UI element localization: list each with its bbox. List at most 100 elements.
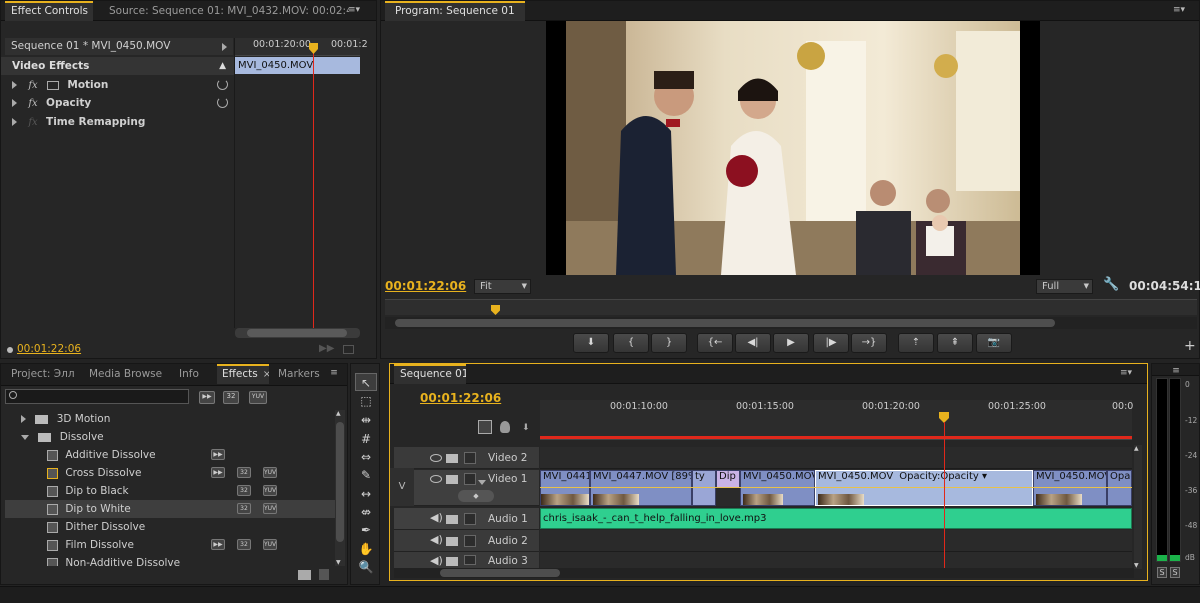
track-video-2[interactable]: Video 2 (394, 447, 539, 469)
scroll-up-icon[interactable]: ▲ (336, 410, 341, 417)
go-to-in-button[interactable]: {← (697, 333, 733, 353)
scroll-up-icon[interactable]: ▲ (1134, 445, 1139, 452)
track-video-1[interactable]: V Video 1 ◆ (390, 468, 539, 506)
effect-row-time-remapping[interactable]: fx Time Remapping (1, 113, 234, 131)
timeline-ruler[interactable]: 00:01:10:00 00:01:15:00 00:01:20:00 00:0… (540, 400, 1133, 440)
effect-film-dissolve[interactable]: Film Dissolve ▶▶ 32 YUV (5, 536, 335, 554)
expand-arrow-icon[interactable] (12, 81, 17, 89)
program-ruler[interactable] (385, 299, 1197, 315)
effect-dip-to-white[interactable]: Dip to White 32 YUV (5, 500, 335, 518)
panel-menu-icon[interactable]: ≡ (326, 368, 342, 379)
extract-button[interactable]: ⇞ (937, 333, 973, 353)
tab-info[interactable]: Info (173, 364, 213, 384)
zoom-select[interactable]: Fit ▼ (474, 279, 531, 294)
chevron-right-icon[interactable] (222, 43, 227, 51)
expand-arrow-icon[interactable] (12, 118, 17, 126)
play-button[interactable]: ▶ (773, 333, 809, 353)
expand-arrow-icon[interactable] (12, 99, 17, 107)
pen-tool-icon[interactable]: ✒ (355, 521, 377, 539)
effect-dip-to-black[interactable]: Dip to Black 32 YUV (5, 482, 335, 500)
step-back-button[interactable]: ◀| (735, 333, 771, 353)
effect-row-motion[interactable]: fx Motion (1, 76, 234, 94)
track-audio-2[interactable]: ◀) Audio 2 (394, 530, 539, 552)
linked-selection-icon[interactable] (500, 421, 510, 433)
new-bin-icon[interactable] (298, 570, 311, 580)
tab-effects[interactable]: Effects × (217, 364, 269, 384)
export-icon[interactable] (343, 345, 354, 354)
zoom-tool-icon[interactable]: 🔍 (355, 558, 377, 576)
clip-ty[interactable]: ty (692, 470, 716, 506)
play-filter-icon[interactable]: ▶▶ (319, 343, 334, 354)
clip-mvi-0450-b[interactable]: MVI_0450.MOV Opacity:Opacity ▾ (815, 470, 1033, 506)
mark-in-button[interactable]: { (613, 333, 649, 353)
keyframe-nav[interactable]: ◆ (458, 490, 494, 502)
resolution-select[interactable]: Full ▼ (1036, 279, 1093, 294)
lane-audio-3[interactable] (540, 552, 1132, 569)
effect-cross-dissolve[interactable]: Cross Dissolve ▶▶ 32 YUV (5, 464, 335, 482)
tree-folder-3d-motion[interactable]: 3D Motion (5, 410, 335, 428)
video-frame[interactable] (546, 21, 1040, 275)
slide-tool-icon[interactable]: ⇎ (355, 503, 377, 521)
rate-stretch-tool-icon[interactable]: ⇔ (355, 448, 377, 466)
tab-source[interactable]: Source: Sequence 01: MVI_0432.MOV: 00:02… (99, 1, 349, 21)
eye-icon[interactable] (430, 454, 442, 462)
effects-scrollbar-thumb[interactable] (336, 422, 344, 542)
program-zoom-bar-thumb[interactable] (395, 319, 1055, 327)
effects-scrollbar[interactable]: ▲ ▼ (335, 410, 345, 566)
lock-toggle-icon[interactable] (464, 513, 476, 525)
clip-mvi-0450-a[interactable]: MVI_0450.MOV (740, 470, 815, 506)
timeline-h-scrollbar-thumb[interactable] (440, 569, 560, 577)
hand-tool-icon[interactable]: ✋ (355, 540, 377, 558)
sequence-timecode[interactable]: 00:01:22:06 (420, 391, 501, 405)
ec-scrollbar-thumb[interactable] (247, 329, 347, 337)
ec-clip-bar[interactable]: MVI_0450.MOV (235, 57, 360, 74)
lane-audio-2[interactable] (540, 530, 1132, 552)
export-frame-button[interactable]: 📷 (976, 333, 1012, 353)
lock-toggle-icon[interactable] (464, 555, 476, 565)
lane-video-2[interactable] (540, 447, 1132, 469)
tab-program[interactable]: Program: Sequence 01▼ (385, 1, 525, 21)
program-timecode-current[interactable]: 00:01:22:06 (385, 279, 466, 293)
tab-markers[interactable]: Markers (273, 364, 323, 384)
close-icon[interactable]: × (263, 369, 269, 380)
tab-media-browser[interactable]: Media Browser (83, 364, 163, 384)
add-marker-icon[interactable]: ⬇ (522, 423, 530, 433)
lock-toggle-icon[interactable] (464, 452, 476, 464)
mark-out-button[interactable]: } (651, 333, 687, 353)
reset-icon[interactable] (217, 79, 228, 90)
tab-sequence[interactable]: Sequence 01× (394, 364, 466, 384)
slip-tool-icon[interactable]: ↔ (355, 485, 377, 503)
tree-folder-dissolve[interactable]: Dissolve (5, 428, 335, 446)
effect-row-opacity[interactable]: fx Opacity (1, 94, 234, 112)
solo-right-button[interactable]: S (1170, 567, 1180, 578)
collapse-icon[interactable]: ▲ (219, 57, 226, 75)
speaker-icon[interactable]: ◀) (430, 511, 443, 524)
speaker-icon[interactable]: ◀) (430, 554, 443, 567)
tab-project[interactable]: Project: Элл (5, 364, 75, 384)
panel-menu-icon[interactable]: ≡▾ (346, 5, 362, 16)
lock-toggle-icon[interactable] (464, 473, 476, 485)
timeline-v-scrollbar[interactable]: ▲ ▼ (1134, 445, 1142, 569)
snap-icon[interactable] (478, 420, 492, 434)
add-marker-button[interactable]: ⬇ (573, 333, 609, 353)
speaker-icon[interactable]: ◀) (430, 533, 443, 546)
collapse-arrow-icon[interactable] (21, 434, 29, 440)
effect-non-additive-dissolve[interactable]: Non-Additive Dissolve (5, 554, 335, 566)
ripple-edit-tool-icon[interactable]: ⇹ (355, 411, 377, 429)
timeline-playhead[interactable] (944, 422, 945, 569)
solo-left-button[interactable]: S (1157, 567, 1167, 578)
work-area-bar[interactable] (540, 436, 1132, 439)
opacity-rubber-band[interactable] (540, 487, 1132, 488)
ec-playhead[interactable] (313, 44, 314, 329)
clip-opac[interactable]: Opac (1107, 470, 1132, 506)
track-select-tool-icon[interactable]: ⬚ (355, 392, 377, 410)
32bit-effects-icon[interactable]: 32 (223, 391, 239, 404)
expand-arrow-icon[interactable] (21, 415, 26, 423)
razor-tool-icon[interactable]: ✎ (355, 466, 377, 484)
clip-mvi-0450-c[interactable]: MVI_0450.MOV (1033, 470, 1107, 506)
selection-tool-icon[interactable]: ↖ (355, 373, 377, 391)
go-to-out-button[interactable]: →} (851, 333, 887, 353)
track-audio-3[interactable]: ◀) Audio 3 (394, 552, 539, 569)
rolling-edit-tool-icon[interactable]: # (355, 430, 377, 448)
track-audio-1[interactable]: ◀) Audio 1 (394, 508, 539, 530)
